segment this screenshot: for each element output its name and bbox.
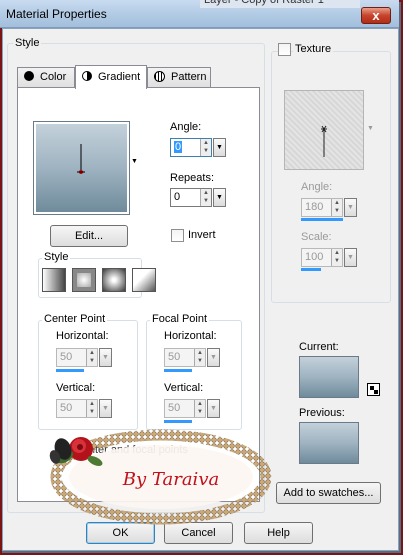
texture-preview[interactable] — [284, 90, 364, 170]
focal-vertical-value: 50 — [168, 402, 181, 414]
title-bar[interactable]: Layer - Copy of Raster 1 Material Proper… — [0, 0, 399, 28]
texture-angle-label: Angle: — [301, 181, 333, 193]
texture-angle-bar — [301, 218, 343, 221]
center-vertical-dropdown[interactable]: ▼ — [99, 399, 112, 418]
gradient-preview[interactable] — [33, 121, 130, 215]
center-horizontal-arrows[interactable]: ▲ ▼ — [86, 349, 97, 366]
texture-direction-icon — [321, 125, 327, 157]
invert-checkbox[interactable] — [171, 229, 184, 242]
window-title: Material Properties — [6, 7, 107, 21]
previous-swatch[interactable] — [299, 422, 359, 464]
repeats-dropdown[interactable]: ▼ — [213, 188, 226, 207]
gradient-style-buttons — [42, 268, 156, 292]
repeats-label: Repeats: — [170, 172, 215, 184]
floral-frame-icon: By Taraiva — [49, 429, 272, 525]
focal-horizontal-arrows[interactable]: ▲ ▼ — [194, 349, 205, 366]
texture-angle-spinbox[interactable]: 180 ▲ ▼ — [301, 198, 343, 217]
angle-value: 0 — [174, 141, 183, 153]
center-horizontal-spinbox[interactable]: 50 ▲ ▼ — [56, 348, 98, 367]
focal-horizontal-dropdown[interactable]: ▼ — [207, 348, 220, 367]
gradient-direction-icon — [77, 144, 85, 174]
tab-pattern-label: Pattern — [171, 71, 207, 83]
texture-scale-bar — [301, 268, 321, 271]
focal-point-label: Focal Point — [150, 313, 210, 325]
decorative-watermark: By Taraiva — [43, 419, 273, 529]
swap-icon[interactable] — [367, 383, 380, 396]
texture-scale-arrows[interactable]: ▲ ▼ — [331, 249, 342, 266]
current-label: Current: — [299, 341, 339, 353]
half-circle-icon — [82, 71, 92, 81]
angle-label: Angle: — [170, 121, 202, 133]
style-radial-button[interactable] — [132, 268, 156, 292]
angle-spinbox[interactable]: 0 ▲ ▼ — [170, 138, 212, 157]
tab-pattern[interactable]: Pattern — [147, 67, 211, 87]
texture-scale-label: Scale: — [301, 231, 332, 243]
gradient-dropdown-icon[interactable]: ▼ — [131, 158, 138, 165]
repeats-value: 0 — [174, 191, 181, 203]
edit-gradient-button[interactable]: Edit... — [50, 225, 128, 247]
close-button[interactable]: x — [361, 7, 391, 24]
focal-horizontal-label: Horizontal: — [164, 330, 217, 342]
focal-vertical-label: Vertical: — [164, 382, 204, 394]
texture-label: Texture — [293, 43, 334, 55]
center-horizontal-dropdown[interactable]: ▼ — [99, 348, 112, 367]
texture-scale-value: 100 — [305, 251, 324, 263]
tab-gradient[interactable]: Gradient — [75, 65, 147, 89]
tab-color[interactable]: Color — [17, 67, 75, 87]
texture-scale-dropdown[interactable]: ▼ — [344, 248, 357, 267]
texture-angle-arrows[interactable]: ▲ ▼ — [331, 199, 342, 216]
style-sunburst-button[interactable] — [102, 268, 126, 292]
invert-label: Invert — [188, 229, 216, 241]
angle-spin-arrows[interactable]: ▲ ▼ — [200, 139, 211, 156]
add-to-swatches-button[interactable]: Add to swatches... — [276, 482, 381, 504]
watermark-text: By Taraiva — [122, 469, 219, 490]
center-vertical-arrows[interactable]: ▲ ▼ — [86, 400, 97, 417]
texture-dropdown-icon[interactable]: ▼ — [367, 125, 374, 132]
center-horizontal-value: 50 — [60, 351, 73, 363]
previous-label: Previous: — [299, 407, 345, 419]
texture-checkbox[interactable] — [278, 43, 291, 56]
style-group-label: Style — [13, 37, 42, 49]
center-vertical-value: 50 — [60, 402, 73, 414]
background-window-title: Layer - Copy of Raster 1 — [200, 0, 360, 8]
material-properties-dialog: Style Color Gradient Pattern ▼ Angle: 0 … — [2, 28, 399, 551]
repeats-spinbox[interactable]: 0 ▲ ▼ — [170, 188, 212, 207]
current-swatch — [299, 356, 359, 398]
focal-vertical-arrows[interactable]: ▲ ▼ — [194, 400, 205, 417]
focal-horizontal-value: 50 — [168, 351, 181, 363]
center-vertical-spinbox[interactable]: 50 ▲ ▼ — [56, 399, 98, 418]
texture-angle-dropdown[interactable]: ▼ — [344, 198, 357, 217]
pattern-grid-icon — [154, 71, 165, 82]
focal-vertical-dropdown[interactable]: ▼ — [207, 399, 220, 418]
focal-vertical-spinbox[interactable]: 50 ▲ ▼ — [164, 399, 206, 418]
texture-angle-value: 180 — [305, 201, 324, 213]
style-linear-button[interactable] — [42, 268, 66, 292]
tab-gradient-label: Gradient — [98, 71, 141, 83]
angle-dropdown[interactable]: ▼ — [213, 138, 226, 157]
color-dot-icon — [24, 71, 34, 81]
center-horizontal-bar — [56, 369, 84, 372]
center-horizontal-label: Horizontal: — [56, 330, 109, 342]
gradient-style-label: Style — [42, 251, 71, 263]
texture-scale-spinbox[interactable]: 100 ▲ ▼ — [301, 248, 343, 267]
focal-horizontal-bar — [164, 369, 192, 372]
tab-color-label: Color — [40, 71, 67, 83]
focal-horizontal-spinbox[interactable]: 50 ▲ ▼ — [164, 348, 206, 367]
style-rectangular-button[interactable] — [72, 268, 96, 292]
repeats-spin-arrows[interactable]: ▲ ▼ — [200, 189, 211, 206]
center-point-label: Center Point — [42, 313, 108, 325]
center-vertical-label: Vertical: — [56, 382, 96, 394]
